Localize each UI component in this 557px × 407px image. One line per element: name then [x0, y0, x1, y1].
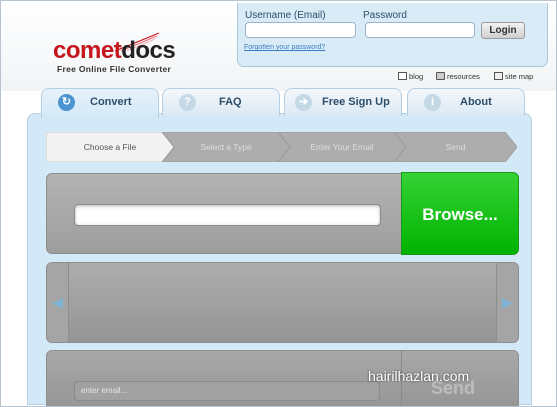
info-icon: i	[424, 94, 441, 111]
blog-link-label: blog	[409, 72, 424, 81]
tab-free-sign-up-label: Free Sign Up	[322, 96, 390, 108]
step-enter-email: Enter Your Email	[278, 132, 406, 162]
resources-link[interactable]: resources	[436, 72, 480, 81]
file-type-carousel	[46, 262, 519, 343]
tab-convert[interactable]: ↻ Convert	[41, 88, 159, 118]
logo-tagline: Free Online File Converter	[57, 64, 172, 74]
login-panel: Username (Email) Password Login Forgotte…	[237, 3, 548, 67]
step-progress: Choose a File Select a Type Enter Your E…	[46, 132, 517, 162]
carousel-next-button[interactable]: ▶	[496, 263, 518, 342]
resources-link-label: resources	[447, 72, 480, 81]
step-select-type: Select a Type	[162, 132, 290, 162]
arrow-right-icon: ➔	[295, 94, 312, 111]
step-choose-file: Choose a File	[46, 132, 174, 162]
help-icon: ?	[179, 94, 196, 111]
logo-name-part2: docs	[121, 37, 176, 64]
step-select-type-label: Select a Type	[200, 142, 252, 152]
step-choose-file-label: Choose a File	[83, 142, 137, 152]
tab-about-label: About	[460, 96, 492, 108]
cometdocs-logo[interactable]: cometdocs Free Online File Converter	[51, 31, 191, 76]
tab-free-sign-up[interactable]: ➔ Free Sign Up	[284, 88, 402, 116]
page: cometdocs Free Online File Converter Use…	[0, 0, 557, 407]
blog-link[interactable]: blog	[398, 72, 423, 81]
step-send-label: Send	[445, 142, 466, 152]
speech-bubble-icon	[398, 72, 407, 80]
login-button[interactable]: Login	[481, 22, 525, 39]
step-enter-email-label: Enter Your Email	[310, 142, 374, 152]
carousel-prev-button[interactable]: ◀	[47, 263, 69, 342]
chevron-right-icon: ▶	[502, 294, 513, 310]
watermark: hairilhazlan.com	[368, 368, 470, 384]
sitemap-icon	[494, 72, 503, 80]
tab-faq[interactable]: ? FAQ	[162, 88, 280, 116]
username-label: Username (Email)	[245, 10, 326, 21]
logo-wordmark: cometdocs	[53, 37, 176, 65]
chevron-left-icon: ◀	[52, 294, 63, 310]
document-icon	[436, 72, 445, 80]
convert-icon: ↻	[58, 94, 75, 111]
username-input[interactable]	[245, 22, 356, 38]
site-map-link-label: site map	[505, 72, 534, 81]
tab-convert-label: Convert	[90, 96, 132, 108]
password-label: Password	[363, 10, 407, 21]
password-input[interactable]	[365, 22, 475, 38]
email-input[interactable]: enter email...	[74, 381, 380, 401]
forgot-password-link[interactable]: Forgotten your password?	[244, 44, 325, 51]
step-send: Send	[394, 132, 517, 162]
site-map-link[interactable]: site map	[494, 72, 533, 81]
tab-about[interactable]: i About	[407, 88, 525, 116]
browse-button[interactable]: Browse...	[401, 172, 519, 255]
logo-name-part1: comet	[53, 37, 122, 64]
file-path-input[interactable]	[74, 204, 381, 226]
tab-faq-label: FAQ	[219, 96, 242, 108]
